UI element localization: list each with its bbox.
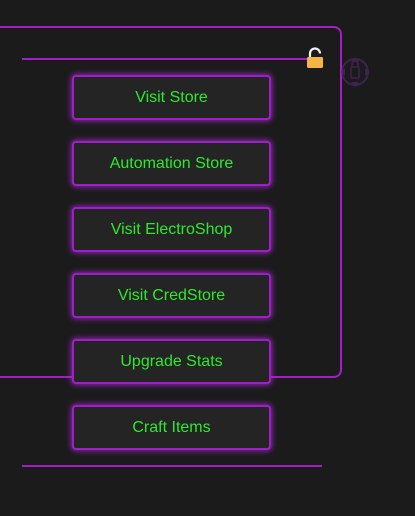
- top-divider: [22, 58, 322, 60]
- visit-credstore-button[interactable]: Visit CredStore: [72, 273, 271, 318]
- craft-items-button[interactable]: Craft Items: [72, 405, 271, 450]
- drag-handle-icon[interactable]: [337, 54, 373, 90]
- automation-store-button[interactable]: Automation Store: [72, 141, 271, 186]
- lock-icon[interactable]: [305, 47, 325, 69]
- visit-electroshop-button[interactable]: Visit ElectroShop: [72, 207, 271, 252]
- upgrade-stats-button[interactable]: Upgrade Stats: [72, 339, 271, 384]
- shop-menu-screen: Visit Store Automation Store Visit Elect…: [0, 0, 415, 516]
- visit-store-button[interactable]: Visit Store: [72, 75, 271, 120]
- bottom-divider: [22, 465, 322, 467]
